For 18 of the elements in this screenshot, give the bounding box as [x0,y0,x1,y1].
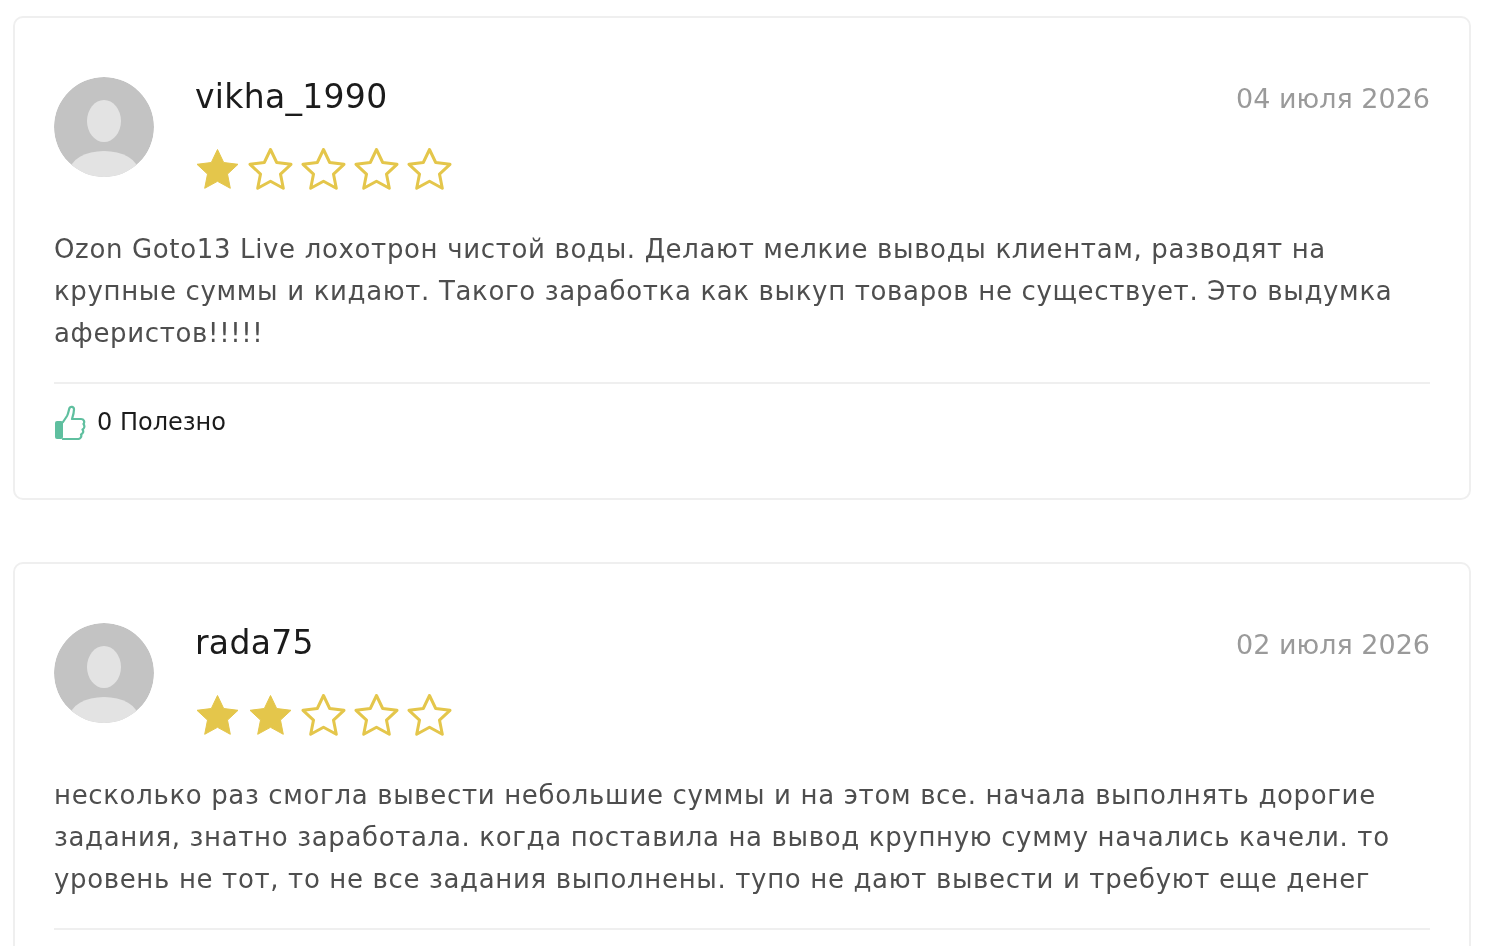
star-icon [407,694,452,737]
star-icon [301,694,346,737]
review-text: Ozon Goto13 Live лохотрон чистой воды. Делают мелкие выводы клиентам, разводят на крупные суммы и кидают. Такого заработка как выкуп товаров не существует. Это выдумка аферистов!!!!! [54,233,1394,350]
star-icon [407,148,452,191]
thumbs-up-icon [54,404,86,440]
star-icon [195,148,240,191]
author-name: rada75 [195,623,314,663]
helpful-button[interactable]: 0 Полезно [54,404,226,440]
star-icon [354,148,399,191]
review-date: 04 июля 2026 [1236,82,1430,116]
review-text: несколько раз смогла вывести небольшие суммы и на этом все. начала выполнять дорогие задания, знатно заработала. когда поставила на вывод крупную сумму начались качели. то уровень не тот, то не все задания выполнены. тупо не дают вывести и требуют еще денег [54,779,1391,896]
author-name: vikha_1990 [195,77,388,117]
star-icon [248,694,293,737]
star-icon [301,148,346,191]
star-icon [354,694,399,737]
star-icon [195,694,240,737]
review-date: 02 июля 2026 [1236,628,1430,662]
star-icon [248,148,293,191]
